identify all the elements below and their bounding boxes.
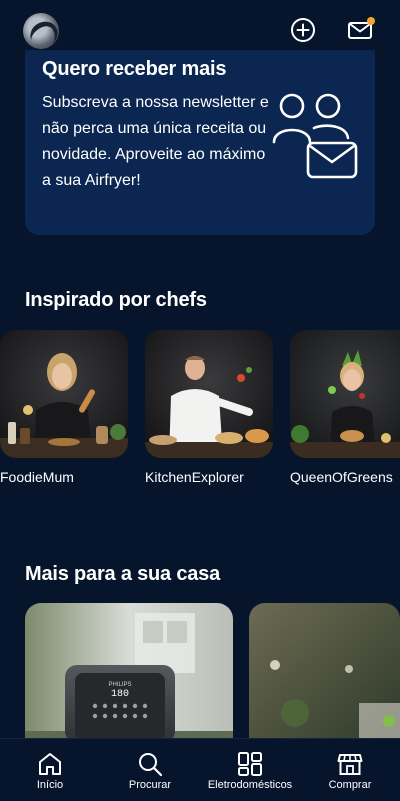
newsletter-title: Quero receber mais — [42, 58, 227, 80]
chef-card-foodiemum[interactable] — [0, 330, 128, 458]
plus-circle-icon — [291, 18, 315, 42]
app-logo[interactable] — [23, 13, 59, 49]
notification-dot — [367, 17, 375, 25]
chef-name[interactable]: QueenOfGreens — [290, 469, 393, 485]
chef-name[interactable]: KitchenExplorer — [145, 469, 244, 485]
nav-label: Início — [36, 779, 64, 791]
home-section-title: Mais para a sua casa — [25, 563, 221, 585]
chefs-section-title: Inspirado por chefs — [25, 289, 207, 311]
nav-item-search[interactable]: Procurar — [120, 739, 180, 801]
store-icon — [337, 754, 363, 775]
nav-item-shop[interactable]: Comprar — [320, 739, 380, 801]
chef-photo — [0, 330, 128, 458]
add-button[interactable] — [289, 16, 317, 44]
nav-item-home[interactable]: Início — [22, 739, 78, 801]
users-mail-icon — [272, 93, 358, 179]
home-icon — [39, 753, 61, 775]
airfryer-display: 180 — [111, 689, 129, 700]
product-card-kitchen[interactable] — [249, 603, 400, 743]
nav-label: Eletrodomésticos — [207, 779, 293, 791]
inbox-button[interactable] — [346, 16, 375, 44]
chef-card-kitchenexplorer[interactable] — [145, 330, 273, 458]
nav-label: Procurar — [128, 779, 172, 791]
newsletter-card[interactable]: Quero receber mais Subscreva a nossa new… — [25, 50, 375, 235]
chef-card-queenofgreens[interactable] — [290, 330, 400, 458]
chef-photo — [145, 330, 273, 458]
bottom-nav: Início Procurar Eletrodomésticos Comprar — [0, 738, 400, 801]
newsletter-body: Subscreva a nossa newsletter e não perca… — [42, 94, 269, 189]
product-card-airfryer[interactable]: PHILIPS 180 — [25, 603, 233, 743]
airfryer-photo: PHILIPS 180 — [25, 603, 233, 743]
nav-item-appliances[interactable]: Eletrodomésticos — [202, 739, 298, 801]
airfryer-brand: PHILIPS — [108, 682, 131, 688]
nav-label: Comprar — [328, 779, 372, 791]
kitchen-photo — [249, 603, 400, 743]
chef-name[interactable]: FoodieMum — [0, 469, 74, 485]
appliances-grid-icon — [238, 752, 262, 776]
search-icon — [139, 753, 163, 777]
chef-photo — [290, 330, 400, 458]
